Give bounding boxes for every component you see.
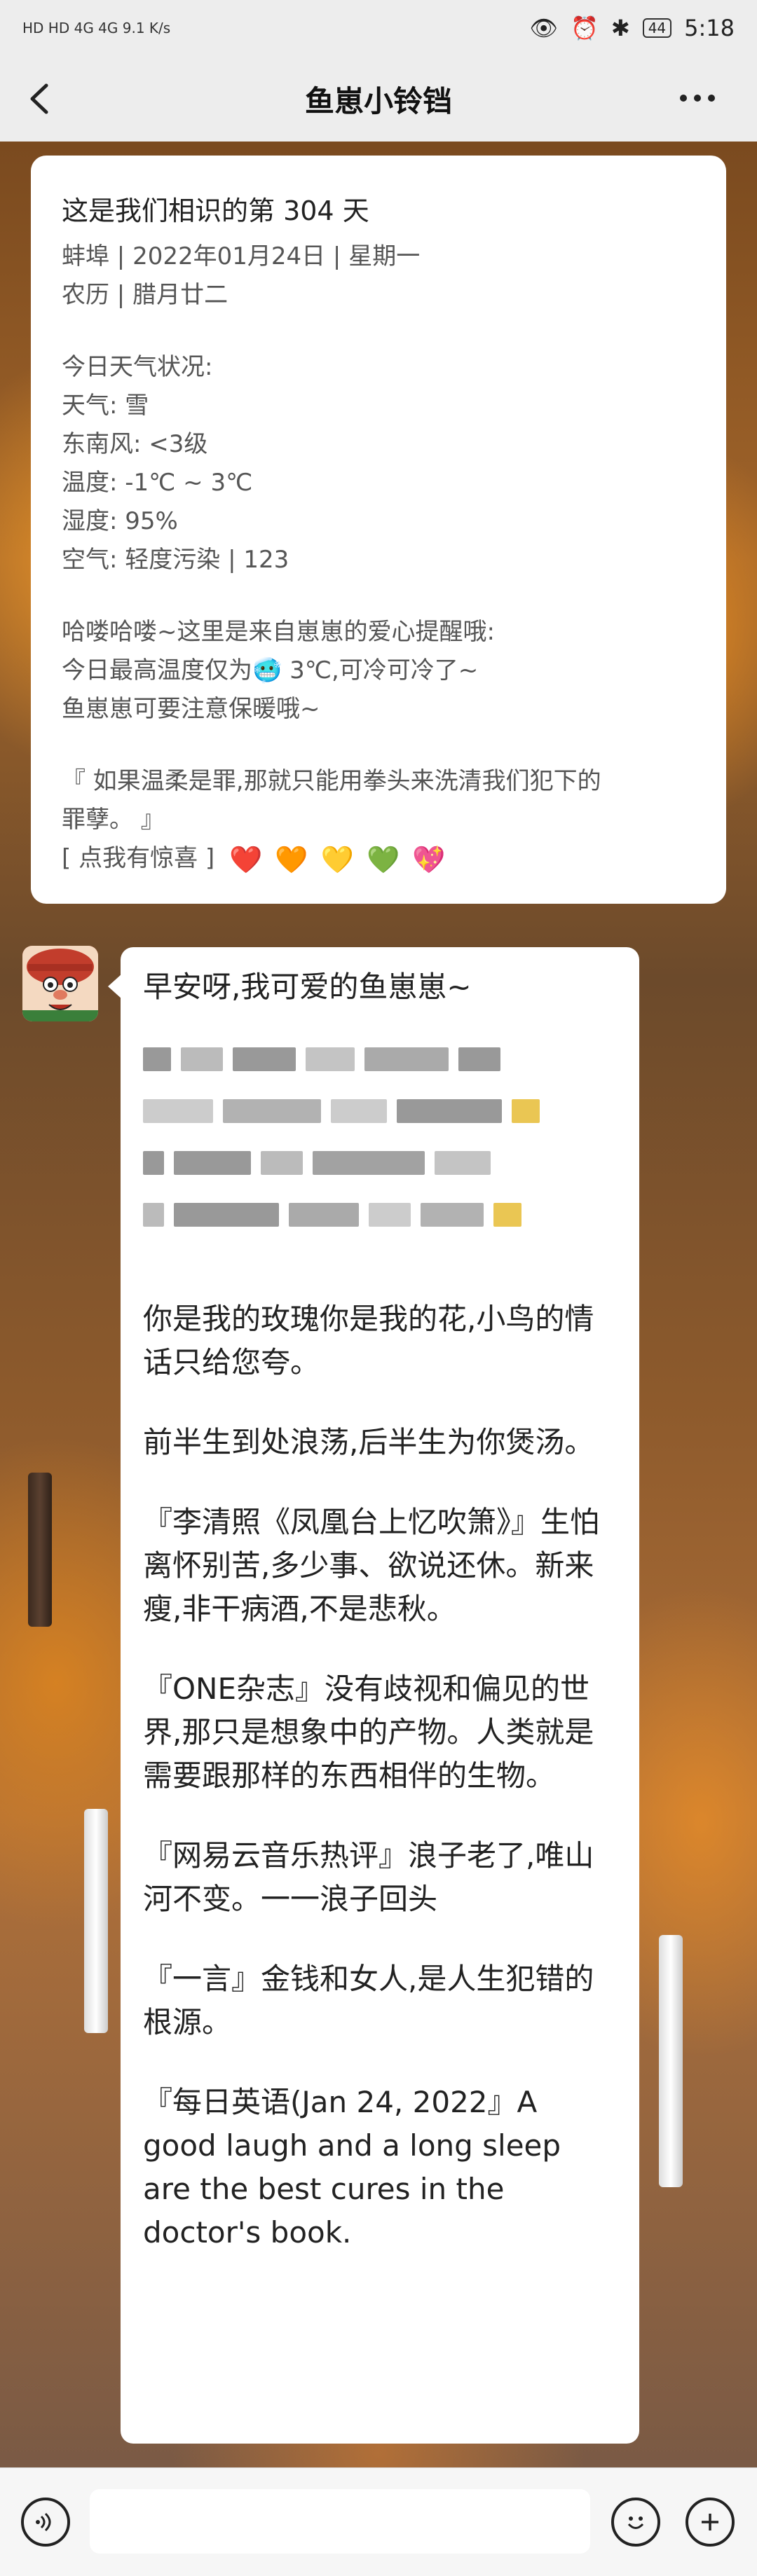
chat-title: 鱼崽小铃铛	[304, 83, 452, 118]
pixelated-content	[143, 1045, 617, 1255]
message-paragraph-4: 『ONE杂志』没有歧视和偏见的世界,那只是想象中的产物。人类就是需要跟那样的东西…	[143, 1672, 594, 1793]
quote-line-2: 罪孽。 』	[62, 806, 165, 834]
message-paragraph-1: 你是我的玫瑰你是我的花,小鸟的情话只给您夸。	[143, 1302, 594, 1379]
weather-heading: 今日天气状况:	[62, 353, 213, 381]
eye-icon: 👁	[529, 15, 559, 41]
voice-icon[interactable]	[21, 2498, 70, 2547]
message-paragraph-7: 『每日英语(Jan 24, 2022』A good laugh and a lo…	[143, 2085, 561, 2250]
chat-header: 鱼崽小铃铛	[0, 56, 757, 142]
lunar-date-line: 农历 | 腊月廿二	[62, 281, 229, 309]
orange-heart-icon: 🧡	[275, 843, 308, 875]
reminder-line-1: 哈喽哈喽~这里是来自崽崽的爱心提醒哦:	[62, 618, 495, 646]
reminder-line-2: 今日最高温度仅为🥶 3℃,可冷可冷了~	[62, 656, 479, 684]
message-paragraph-2: 前半生到处浪荡,后半生为你煲汤。	[143, 1425, 594, 1459]
bluetooth-icon: ✱	[611, 15, 630, 41]
clock: 5:18	[684, 15, 735, 41]
yellow-heart-icon: 💛	[320, 843, 354, 875]
sender-avatar[interactable]	[22, 946, 98, 1021]
red-heart-icon: ❤️	[229, 843, 263, 875]
quote-line-1: 『 如果温柔是罪,那就只能用拳头来洗清我们犯下的	[62, 767, 601, 795]
reminder-line-3: 鱼崽崽可要注意保暖哦~	[62, 695, 320, 723]
alarm-icon: ⏰	[571, 15, 599, 41]
status-bar: HD HD 4G 4G 9.1 K/s 👁 ⏰ ✱ 44 5:18	[0, 0, 757, 56]
message-paragraph-6: 『一言』金钱和女人,是人生犯错的根源。	[143, 1962, 594, 2039]
battery-indicator: 44	[642, 18, 672, 38]
more-options-icon[interactable]	[680, 84, 729, 112]
weather-condition: 天气: 雪	[62, 392, 149, 420]
message-bubble: 早安呀,我可爱的鱼崽崽~ 你是我的玫瑰你是我的花,小鸟的情话只给您夸。 前半生到…	[108, 947, 639, 2444]
network-indicators: HD HD 4G 4G 9.1 K/s	[22, 20, 171, 36]
emoji-icon[interactable]	[611, 2498, 660, 2547]
plus-icon[interactable]	[686, 2498, 735, 2547]
temperature-info: 温度: -1℃ ~ 3℃	[62, 469, 253, 497]
back-arrow-icon[interactable]	[24, 81, 59, 116]
surprise-row: [ 点我有惊喜 ] ❤️ 🧡 💛 💚 💖	[62, 839, 695, 878]
humidity-info: 湿度: 95%	[62, 507, 178, 535]
input-bar	[0, 2467, 757, 2576]
surprise-link[interactable]: [ 点我有惊喜 ]	[62, 844, 214, 872]
green-heart-icon: 💚	[366, 843, 400, 875]
days-together-title: 这是我们相识的第 304 天	[62, 195, 369, 226]
message-paragraph-5: 『网易云音乐热评』浪子老了,唯山河不变。一一浪子回头	[143, 1838, 594, 1916]
date-line: 蚌埠 | 2022年01月24日 | 星期一	[62, 242, 421, 270]
daily-info-card: 这是我们相识的第 304 天 蚌埠 | 2022年01月24日 | 星期一 农历…	[31, 156, 726, 904]
message-input[interactable]	[90, 2489, 590, 2554]
message-paragraph-3: 『李清照《凤凰台上忆吹箫》』生怕离怀别苦,多少事、欲说还休。新来瘦,非干病酒,不…	[143, 1505, 600, 1626]
air-quality-info: 空气: 轻度污染 | 123	[62, 546, 289, 574]
message-greeting: 早安呀,我可爱的鱼崽崽~	[143, 970, 472, 1004]
wind-info: 东南风: <3级	[62, 430, 208, 458]
sparkling-heart-icon: 💖	[412, 843, 446, 875]
